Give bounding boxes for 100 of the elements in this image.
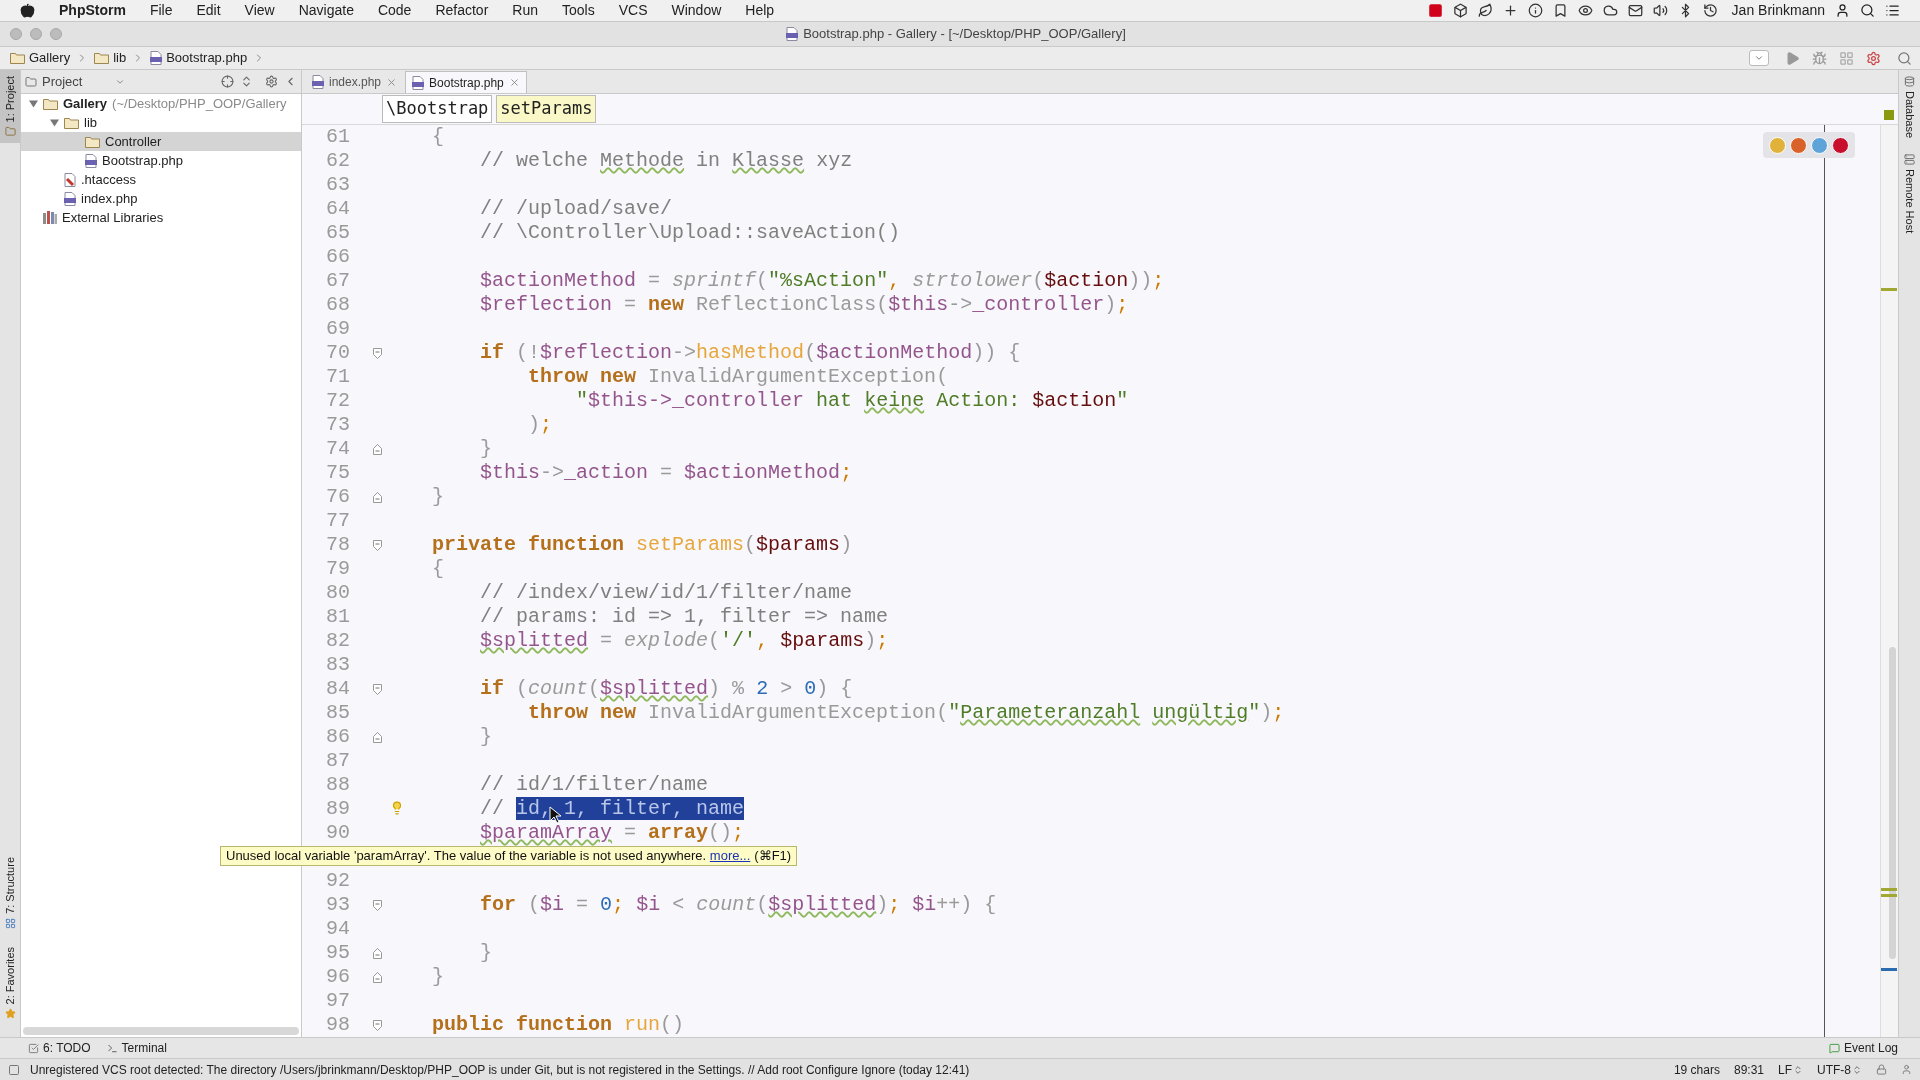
tree-item[interactable]: Controller <box>21 132 301 151</box>
menu-item[interactable]: Window <box>671 0 722 21</box>
tool-window-tab[interactable]: 1: Project <box>0 70 20 144</box>
plus-icon[interactable] <box>1502 3 1518 18</box>
tool-window-button[interactable]: Event Log <box>1828 1039 1898 1057</box>
breadcrumb[interactable]: Bootstrap.php <box>148 48 250 68</box>
line-number: 63 <box>325 172 350 198</box>
bookmark-icon[interactable] <box>1552 3 1568 18</box>
lock-icon[interactable] <box>1876 1064 1887 1075</box>
app-menu[interactable]: PhpStorm <box>59 0 126 21</box>
browser-icon[interactable] <box>1832 136 1849 154</box>
leaf-icon[interactable] <box>1477 3 1493 18</box>
tree-item[interactable]: Bootstrap.php <box>21 151 301 170</box>
lightbulb-icon[interactable] <box>390 801 404 815</box>
bug-icon[interactable] <box>1812 50 1827 66</box>
fold-marker-icon[interactable] <box>373 491 382 503</box>
settings-icon[interactable] <box>265 75 278 88</box>
status-item[interactable]: 89:31 <box>1733 1060 1764 1079</box>
tree-item[interactable]: lib <box>21 113 301 132</box>
status-message: Unregistered VCS root detected: The directory /Users/jbrinkmann/Desktop/PHP_OOP is under Git, but is not registered in the Settings. // Add root Configure Ignore (today 12:41) <box>30 1061 971 1079</box>
editor-tab[interactable]: index.php <box>306 71 404 93</box>
fold-marker-icon[interactable] <box>373 683 382 695</box>
square-icon[interactable] <box>1427 3 1443 18</box>
mail-icon[interactable] <box>1627 3 1643 18</box>
menu-item[interactable]: File <box>149 0 173 21</box>
line-number: 89 <box>325 796 350 822</box>
fold-marker-icon[interactable] <box>373 539 382 551</box>
eye-icon[interactable] <box>1577 3 1593 18</box>
close-icon[interactable] <box>386 76 398 88</box>
menu-item[interactable]: VCS <box>618 0 648 21</box>
menu-item[interactable]: View <box>244 0 275 21</box>
breadcrumb[interactable]: Gallery <box>8 48 73 68</box>
status-item[interactable]: 19 chars <box>1673 1060 1720 1079</box>
tool-window-tab[interactable]: Database <box>1901 76 1918 139</box>
caret-icon <box>1754 53 1764 63</box>
menu-item[interactable]: Run <box>512 0 538 21</box>
expand-arrow-icon[interactable] <box>29 99 38 108</box>
history-icon[interactable] <box>1702 3 1718 18</box>
menu-item[interactable]: Help <box>745 0 775 21</box>
menu-item[interactable]: Navigate <box>298 0 354 21</box>
speaker-icon[interactable] <box>1652 3 1668 18</box>
menu-item[interactable]: Refactor <box>435 0 489 21</box>
cloud-icon[interactable] <box>1602 3 1618 18</box>
breadcrumb[interactable]: lib <box>92 48 129 68</box>
tool-window-tab[interactable]: Remote Host <box>1901 154 1918 234</box>
fold-marker-icon[interactable] <box>373 1019 382 1031</box>
editor-tab[interactable]: Bootstrap.php <box>405 71 527 93</box>
search-icon[interactable] <box>1860 3 1875 18</box>
user-icon[interactable] <box>1835 3 1850 18</box>
code-line: // id/1/filter/name <box>480 772 709 798</box>
scrollbar-thumb[interactable] <box>1889 647 1896 959</box>
fold-marker-icon[interactable] <box>373 947 382 959</box>
fold-marker-icon[interactable] <box>373 347 382 359</box>
browser-icon[interactable] <box>1811 136 1828 154</box>
structure-icon <box>4 917 16 929</box>
tree-item[interactable]: Gallery (~/Desktop/PHP_OOP/Gallery <box>21 94 301 113</box>
tool-window-tab[interactable]: 7: Structure <box>0 852 20 933</box>
scrollbar[interactable] <box>23 1027 299 1035</box>
breadcrumb[interactable]: setParams <box>496 95 597 123</box>
code-line: for ($i = 0; $i < count($splitted); $i++) { <box>480 892 997 918</box>
tree-item[interactable]: .htaccess <box>21 170 301 189</box>
close-icon[interactable] <box>508 77 520 88</box>
user-name[interactable]: Jan Brinkmann <box>1731 0 1825 21</box>
run-config-dropdown[interactable] <box>1749 50 1769 66</box>
line-number: 97 <box>325 988 350 1014</box>
fold-marker-icon[interactable] <box>373 731 382 743</box>
person-icon[interactable] <box>1901 1064 1912 1075</box>
tool-window-button[interactable]: Terminal <box>106 1039 167 1057</box>
menu-item[interactable]: Code <box>377 0 412 21</box>
line-number: 94 <box>325 916 350 942</box>
tool-window-tab[interactable]: 2: Favorites <box>0 942 20 1023</box>
fold-marker-icon[interactable] <box>373 443 382 455</box>
status-item[interactable]: UTF-8 <box>1817 1060 1862 1079</box>
close-button[interactable] <box>10 28 22 40</box>
status-item[interactable]: LF <box>1778 1060 1803 1079</box>
target-icon[interactable] <box>221 75 234 88</box>
tree-item[interactable]: External Libraries <box>21 208 301 227</box>
collapse-icon[interactable] <box>240 75 253 88</box>
folder-icon <box>64 116 79 129</box>
line-number: 69 <box>325 316 350 342</box>
panel-toggle-icon[interactable] <box>8 1063 20 1076</box>
more-link[interactable]: more... <box>709 848 751 864</box>
breadcrumb[interactable]: \Bootstrap <box>382 95 493 123</box>
gear-icon[interactable] <box>1866 50 1881 66</box>
tool-window-button[interactable]: 6: TODO <box>28 1039 91 1057</box>
play-icon[interactable] <box>1785 50 1800 66</box>
expand-arrow-icon[interactable] <box>50 118 59 127</box>
info-icon[interactable] <box>1527 3 1543 18</box>
list-icon[interactable] <box>1885 3 1900 18</box>
apple-icon[interactable] <box>20 3 35 18</box>
fold-marker-icon[interactable] <box>373 971 382 983</box>
menu-item[interactable]: Tools <box>562 0 595 21</box>
menu-item[interactable]: Edit <box>196 0 221 21</box>
browser-icon[interactable] <box>1790 136 1807 154</box>
box-icon[interactable] <box>1452 3 1468 18</box>
fold-marker-icon[interactable] <box>373 899 382 911</box>
zoom-button[interactable] <box>50 28 62 40</box>
grid-icon[interactable] <box>1839 50 1854 66</box>
minimize-button[interactable] <box>30 28 42 40</box>
tree-item[interactable]: index.php <box>21 189 301 208</box>
